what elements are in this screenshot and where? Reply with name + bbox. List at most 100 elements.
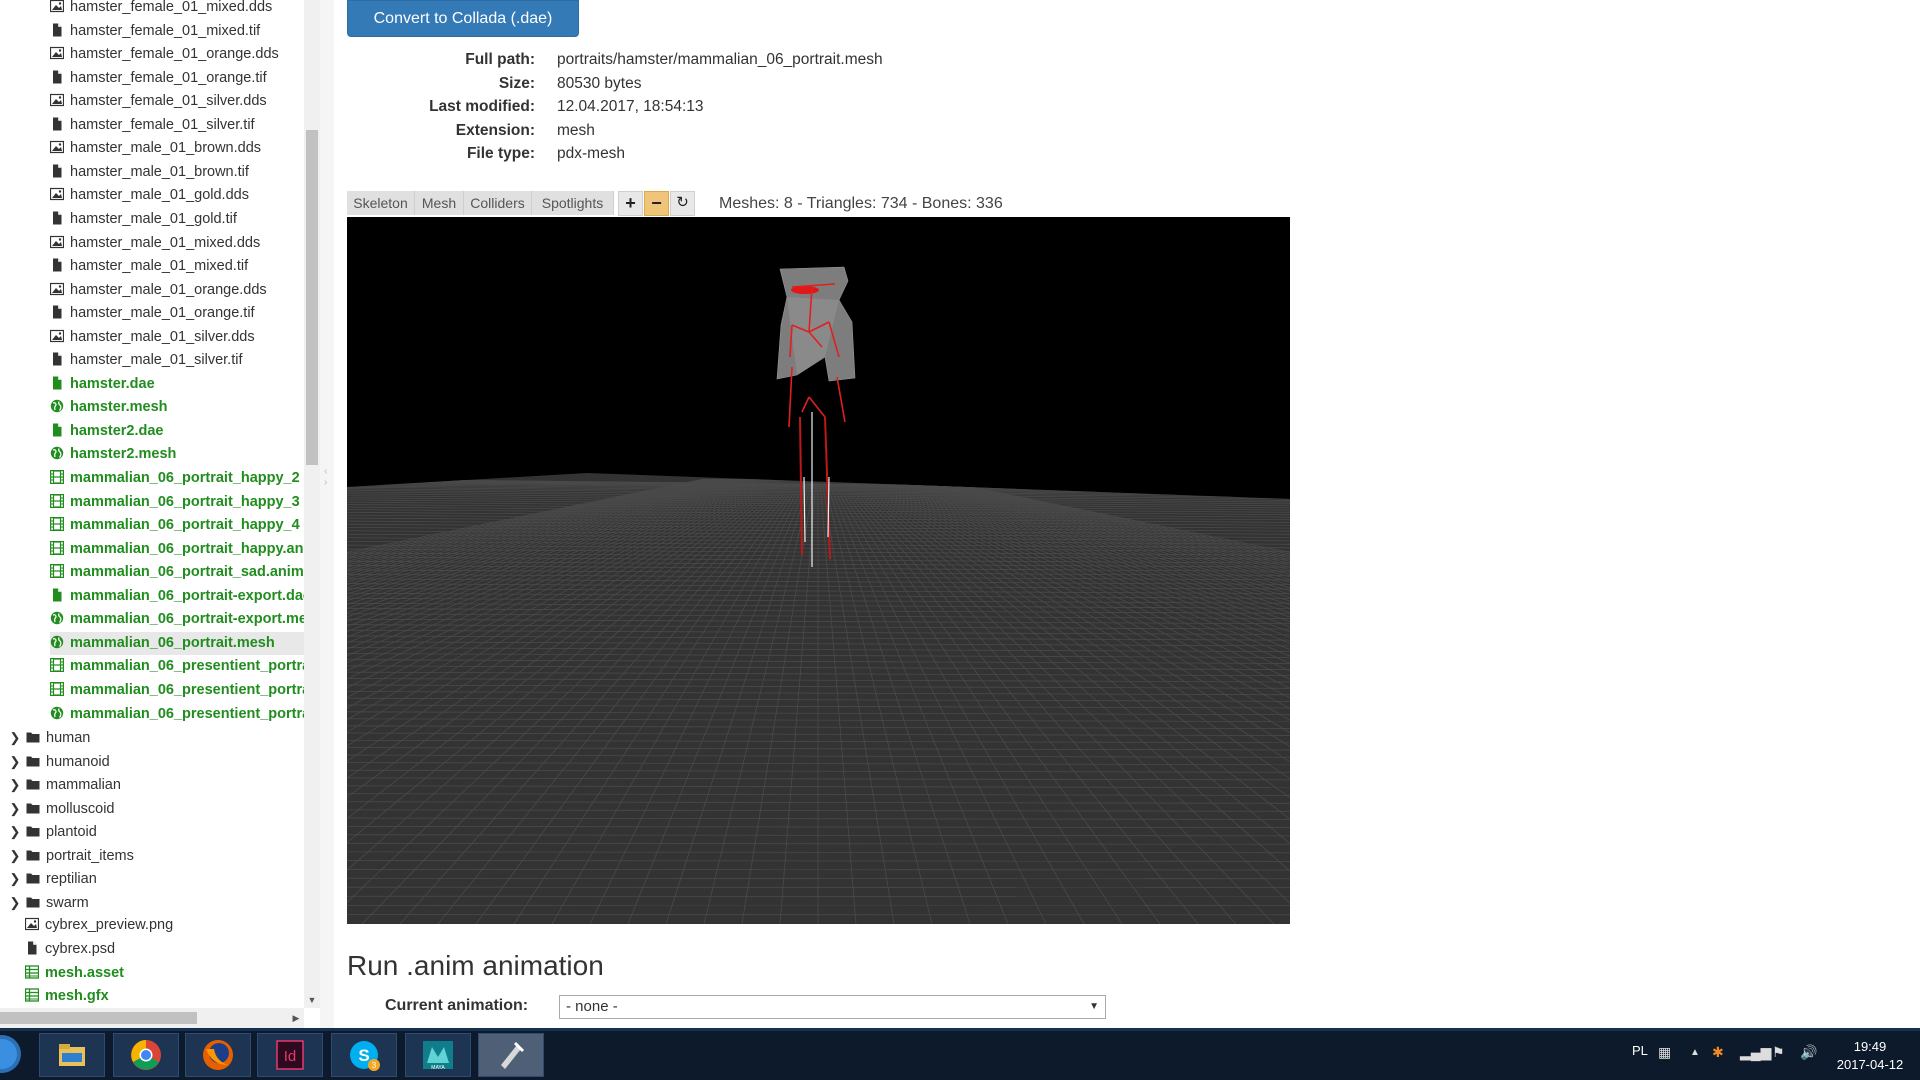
tree-item-label: mammalian_06_portrait_happy.anim <box>70 540 304 557</box>
chevron-right-icon[interactable]: ❯ <box>8 797 22 821</box>
tree-item[interactable]: hamster_male_01_brown.dds <box>50 137 304 161</box>
keyboard-icon[interactable]: ▦ <box>1658 1044 1671 1061</box>
tree-folder[interactable]: ❯ mammalian <box>0 773 304 797</box>
tree-item[interactable]: hamster_male_01_gold.dds <box>50 184 304 208</box>
file-tree: hamster_female_01_mixed.dds hamster_femal… <box>0 0 304 1008</box>
tree-item[interactable]: hamster_male_01_silver.tif <box>50 349 304 373</box>
tree-item[interactable]: hamster.dae <box>50 373 304 397</box>
tree-item-label: hamster_male_01_gold.dds <box>70 187 249 204</box>
chevron-right-icon[interactable]: ❯ <box>8 820 22 844</box>
tree-folder[interactable]: ❯ portrait_items <box>0 844 304 868</box>
toggle-skeleton-button[interactable]: Skeleton <box>347 191 415 215</box>
tree-folder[interactable]: ❯ human <box>0 726 304 750</box>
file-info-label: File type: <box>466 145 535 163</box>
windows-start-icon[interactable] <box>0 1034 24 1074</box>
3d-viewport[interactable] <box>347 217 1290 924</box>
tree-horizontal-scroll-thumb[interactable] <box>0 1012 197 1024</box>
tree-item[interactable]: hamster_male_01_silver.dds <box>50 326 304 350</box>
image-file-icon <box>25 917 39 931</box>
tree-item[interactable]: hamster_male_01_orange.tif <box>50 302 304 326</box>
panel-resize-handle[interactable]: ‹ › <box>320 0 334 1028</box>
chrome-icon[interactable] <box>113 1033 179 1077</box>
tree-item-label: hamster.dae <box>70 375 155 392</box>
chevron-right-icon[interactable]: ❯ <box>8 750 22 774</box>
windows-taskbar: Id S3 MAYA PL ▦ ▲ ✱ ▂▄▆ ⚑ 🔊 19:49 2017-0… <box>0 1028 1920 1080</box>
tree-vertical-scrollbar[interactable]: ▼ <box>304 0 320 1008</box>
indesign-label: Id <box>284 1048 297 1065</box>
tree-item-label: mammalian_06_presentient_portrait <box>70 705 304 722</box>
plus-icon[interactable]: + <box>618 191 643 216</box>
tree-item[interactable]: mammalian_06_portrait_happy_4 <box>50 514 304 538</box>
chevron-right-icon[interactable]: ❯ <box>8 773 22 797</box>
file-explorer-icon[interactable] <box>39 1033 105 1077</box>
convert-to-collada-button[interactable]: Convert to Collada (.dae) <box>347 0 579 37</box>
tree-item[interactable]: mammalian_06_portrait_sad.anim <box>50 561 304 585</box>
tree-item[interactable]: mammalian_06_portrait-export.dae <box>50 585 304 609</box>
tree-item[interactable]: mammalian_06_portrait_happy_2 <box>50 467 304 491</box>
tree-item[interactable]: hamster2.mesh <box>50 443 304 467</box>
tree-item[interactable]: hamster_female_01_mixed.tif <box>50 20 304 44</box>
tree-item[interactable]: hamster2.dae <box>50 420 304 444</box>
tree-item[interactable]: hamster.mesh <box>50 396 304 420</box>
tree-item[interactable]: mammalian_06_portrait.mesh <box>50 631 304 656</box>
system-clock[interactable]: 19:49 2017-04-12 <box>1830 1038 1910 1074</box>
tree-item[interactable]: mammalian_06_presentient_portrait <box>50 655 304 679</box>
indesign-icon[interactable]: Id <box>257 1033 323 1077</box>
tree-vertical-scroll-thumb[interactable] <box>306 130 318 465</box>
globe-icon <box>50 399 64 413</box>
skype-icon[interactable]: S3 <box>331 1033 397 1077</box>
tree-item[interactable]: hamster_male_01_mixed.dds <box>50 232 304 256</box>
chevron-right-icon[interactable]: ❯ <box>8 726 22 750</box>
tree-folder[interactable]: ❯ reptilian <box>0 867 304 891</box>
tree-item[interactable]: hamster_female_01_orange.tif <box>50 67 304 91</box>
tree-folder[interactable]: ❯ molluscoid <box>0 797 304 821</box>
toggle-mesh-button[interactable]: Mesh <box>415 191 464 215</box>
network-signal-icon[interactable]: ▂▄▆ <box>1740 1044 1771 1061</box>
chevron-right-icon[interactable]: ❯ <box>8 867 22 891</box>
avast-icon[interactable]: ✱ <box>1712 1044 1724 1061</box>
maya-icon[interactable]: MAYA <box>405 1033 471 1077</box>
current-animation-select[interactable]: - none - ▼ <box>559 995 1106 1019</box>
chevron-right-icon[interactable]: ❯ <box>8 891 22 915</box>
scroll-right-arrow-icon[interactable]: ▶ <box>288 1010 304 1026</box>
tree-item-label: mesh.gfx <box>45 988 109 1005</box>
tree-item[interactable]: hamster_male_01_gold.tif <box>50 208 304 232</box>
film-icon <box>50 564 64 579</box>
tree-item[interactable]: cybrex.psd <box>25 938 304 962</box>
tree-item[interactable]: hamster_male_01_brown.tif <box>50 161 304 185</box>
toggle-spotlights-button[interactable]: Spotlights <box>532 191 614 215</box>
paradox-tool-icon[interactable] <box>478 1033 544 1077</box>
file-icon <box>50 352 64 366</box>
input-language[interactable]: PL <box>1632 1043 1648 1058</box>
firefox-icon[interactable] <box>185 1033 251 1077</box>
tree-item[interactable]: hamster_male_01_orange.dds <box>50 279 304 303</box>
tree-item[interactable]: hamster_female_01_mixed.dds <box>50 0 304 20</box>
file-icon <box>50 588 64 602</box>
tree-item[interactable]: mammalian_06_portrait_happy.anim <box>50 538 304 562</box>
action-center-flag-icon[interactable]: ⚑ <box>1772 1044 1785 1061</box>
scroll-down-arrow-icon[interactable]: ▼ <box>304 992 320 1008</box>
tree-item[interactable]: mesh.asset <box>25 962 304 986</box>
tree-folder[interactable]: ❯ swarm <box>0 891 304 915</box>
tree-item[interactable]: mammalian_06_presentient_portrait <box>50 679 304 703</box>
tray-expand-icon[interactable]: ▲ <box>1690 1047 1700 1058</box>
volume-icon[interactable]: 🔊 <box>1800 1044 1817 1061</box>
3d-scene <box>347 266 1290 924</box>
refresh-icon[interactable]: ↻ <box>670 191 695 216</box>
tree-item[interactable]: hamster_female_01_silver.dds <box>50 90 304 114</box>
tree-item[interactable]: mammalian_06_portrait_happy_3 <box>50 491 304 515</box>
tree-folder[interactable]: ❯ plantoid <box>0 820 304 844</box>
tree-item[interactable]: hamster_female_01_silver.tif <box>50 114 304 138</box>
tree-horizontal-scrollbar[interactable]: ▶ <box>0 1008 304 1028</box>
tree-item[interactable]: cybrex_preview.png <box>25 914 304 938</box>
folder-icon <box>26 777 40 791</box>
tree-item[interactable]: mesh.gfx <box>25 985 304 1008</box>
toggle-colliders-button[interactable]: Colliders <box>464 191 532 215</box>
chevron-right-icon[interactable]: ❯ <box>8 844 22 868</box>
tree-folder[interactable]: ❯ humanoid <box>0 750 304 774</box>
tree-item[interactable]: hamster_female_01_orange.dds <box>50 43 304 67</box>
tree-item[interactable]: hamster_male_01_mixed.tif <box>50 255 304 279</box>
tree-item[interactable]: mammalian_06_presentient_portrait <box>50 703 304 727</box>
minus-icon[interactable]: − <box>644 191 669 216</box>
tree-item[interactable]: mammalian_06_portrait-export.mesh <box>50 608 304 632</box>
